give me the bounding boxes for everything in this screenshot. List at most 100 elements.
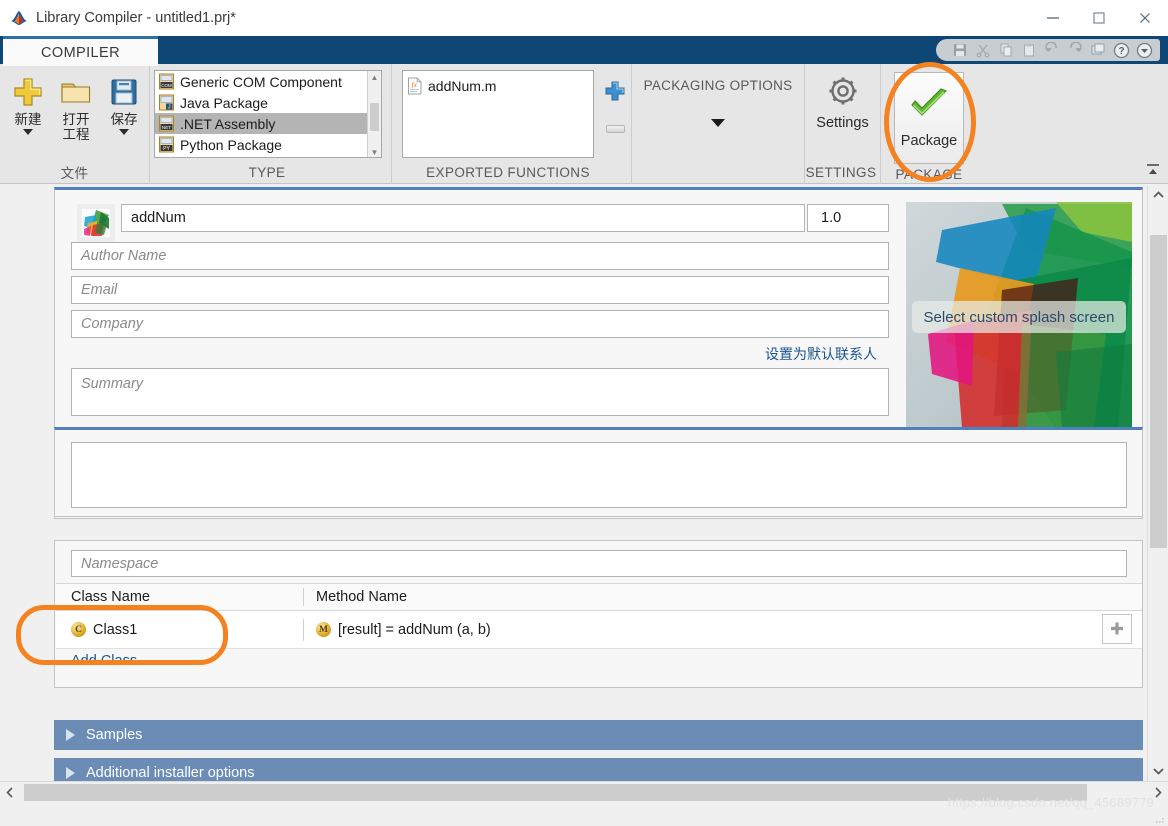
ribbon-group-file-label: 文件 <box>60 166 89 181</box>
chevron-left-icon[interactable] <box>0 782 20 803</box>
copy-icon[interactable] <box>996 40 1016 60</box>
library-version-value: 1.0 <box>821 210 842 226</box>
section-samples-label: Samples <box>86 727 143 743</box>
collapse-ribbon-icon[interactable] <box>1144 161 1162 179</box>
library-name-input[interactable]: addNum <box>121 204 805 232</box>
matlab-library-icon <box>82 209 110 237</box>
close-button[interactable] <box>1122 0 1168 36</box>
ribbon-group-packaging-options[interactable]: PACKAGING OPTIONS <box>632 64 805 184</box>
redo-icon[interactable] <box>1065 40 1085 60</box>
namespace-placeholder: Namespace <box>81 555 159 572</box>
minus-icon[interactable] <box>605 125 625 133</box>
exported-function-item[interactable]: fx addNum.m <box>406 75 593 97</box>
save-button[interactable]: 保存 <box>100 70 148 135</box>
python-file-icon: PY <box>158 136 175 153</box>
column-header-class-name: Class Name <box>56 588 304 606</box>
set-default-contact-label: 设置为默认联系人 <box>765 346 877 362</box>
ribbon-group-exported-functions: fx addNum.m EXPORTED FUNCTIONS <box>392 64 632 184</box>
type-list[interactable]: COM Generic COM Component J Java Package… <box>154 70 382 158</box>
class-table-header: Class Name Method Name <box>56 583 1142 611</box>
package-button-label: Package <box>900 132 958 149</box>
java-file-icon: J <box>158 94 175 111</box>
ribbon-group-exported-functions-label: EXPORTED FUNCTIONS <box>426 164 590 180</box>
company-input[interactable]: Company <box>71 310 889 338</box>
net-file-icon: NET <box>158 115 175 132</box>
library-version-input[interactable]: 1.0 <box>807 204 889 232</box>
library-icon-slot[interactable] <box>77 204 115 242</box>
author-name-input[interactable]: Author Name <box>71 242 889 270</box>
resize-grip[interactable] <box>1155 814 1165 824</box>
class-name-cell[interactable]: C Class1 <box>56 618 304 641</box>
folder-icon <box>59 72 93 112</box>
email-input[interactable]: Email <box>71 276 889 304</box>
summary-input[interactable]: Summary <box>71 368 889 416</box>
paste-icon[interactable] <box>1019 40 1039 60</box>
save-icon[interactable] <box>950 40 970 60</box>
type-item-java-package[interactable]: J Java Package <box>155 92 381 113</box>
chevron-down-icon[interactable] <box>23 129 33 135</box>
horizontal-scrollbar-thumb[interactable] <box>24 784 1087 801</box>
svg-text:NET: NET <box>162 125 171 130</box>
statusbar: https://blog.csdn.net/qq_45689779 <box>0 795 1168 826</box>
chevron-down-icon[interactable] <box>1148 761 1168 781</box>
section-additional-installer-options-label: Additional installer options <box>86 765 255 781</box>
quick-access-toolbar: ? <box>936 39 1160 61</box>
maximize-button[interactable] <box>1076 0 1122 36</box>
add-method-button[interactable] <box>1102 614 1132 644</box>
window-title: Library Compiler - untitled1.prj* <box>36 10 236 26</box>
method-m-icon-letter: M <box>319 624 328 635</box>
class-c-icon: C <box>71 622 86 637</box>
more-icon[interactable] <box>1134 40 1154 60</box>
namespace-input[interactable]: Namespace <box>71 550 1127 577</box>
exported-functions-list[interactable]: fx addNum.m <box>402 70 595 158</box>
ribbon-group-type: COM Generic COM Component J Java Package… <box>150 64 392 184</box>
triangle-right-icon[interactable] <box>66 729 75 741</box>
type-item-net-assembly[interactable]: NET .NET Assembly <box>155 113 381 134</box>
svg-text:PY: PY <box>163 146 170 152</box>
ribbon-group-settings-label: SETTINGS <box>805 164 877 180</box>
settings-button[interactable]: Settings <box>805 68 880 131</box>
add-class-link[interactable]: Add Class <box>71 653 137 669</box>
watermark: https://blog.csdn.net/qq_45689779 <box>947 795 1154 810</box>
layout-icon[interactable] <box>1088 40 1108 60</box>
chevron-down-icon[interactable] <box>711 119 725 127</box>
method-name-cell[interactable]: M [result] = addNum (a, b) <box>304 622 491 638</box>
library-name-value: addNum <box>131 210 186 226</box>
undo-icon[interactable] <box>1042 40 1062 60</box>
section-samples[interactable]: Samples <box>54 720 1143 750</box>
green-check-icon <box>909 87 949 125</box>
matlab-membrane-icon <box>10 10 28 26</box>
package-button[interactable]: Package <box>894 72 964 164</box>
vertical-scrollbar[interactable] <box>1147 185 1168 781</box>
class-c-icon-letter: C <box>75 624 82 635</box>
minimize-button[interactable] <box>1030 0 1076 36</box>
exported-functions-buttons <box>599 70 631 133</box>
open-project-button[interactable]: 打开 工程 <box>52 70 100 142</box>
chevron-down-icon[interactable] <box>119 129 129 135</box>
description-input[interactable] <box>71 442 1127 508</box>
set-default-contact-link[interactable]: 设置为默认联系人 <box>765 344 877 364</box>
new-button[interactable]: 新建 <box>4 70 52 135</box>
triangle-right-icon[interactable] <box>66 767 75 779</box>
tab-compiler[interactable]: COMPILER <box>3 36 158 66</box>
scrollbar-thumb[interactable] <box>370 103 379 131</box>
summary-placeholder: Summary <box>81 376 144 392</box>
fx-file-icon: fx <box>406 77 423 95</box>
table-row[interactable]: C Class1 M [result] = addNum (a, b) <box>56 611 1142 649</box>
vertical-scrollbar-thumb[interactable] <box>1150 235 1167 548</box>
ribbon-group-settings: Settings SETTINGS <box>805 64 881 184</box>
type-item-label: Generic COM Component <box>180 73 342 90</box>
chevron-down-icon[interactable]: ▼ <box>368 146 381 157</box>
blue-plus-icon[interactable] <box>604 80 626 107</box>
type-item-generic-com-component[interactable]: COM Generic COM Component <box>155 71 381 92</box>
type-list-scrollbar[interactable]: ▲ ▼ <box>367 71 381 157</box>
chevron-up-icon[interactable]: ▲ <box>368 71 381 84</box>
cut-icon[interactable] <box>973 40 993 60</box>
type-item-label: Java Package <box>180 94 268 111</box>
chevron-up-icon[interactable] <box>1148 185 1168 205</box>
svg-text:?: ? <box>1118 46 1124 57</box>
help-icon[interactable]: ? <box>1111 40 1131 60</box>
add-class-label: Add Class <box>71 653 138 669</box>
splash-screen-preview[interactable]: Select custom splash screen <box>906 202 1132 428</box>
type-item-python-package[interactable]: PY Python Package <box>155 134 381 155</box>
